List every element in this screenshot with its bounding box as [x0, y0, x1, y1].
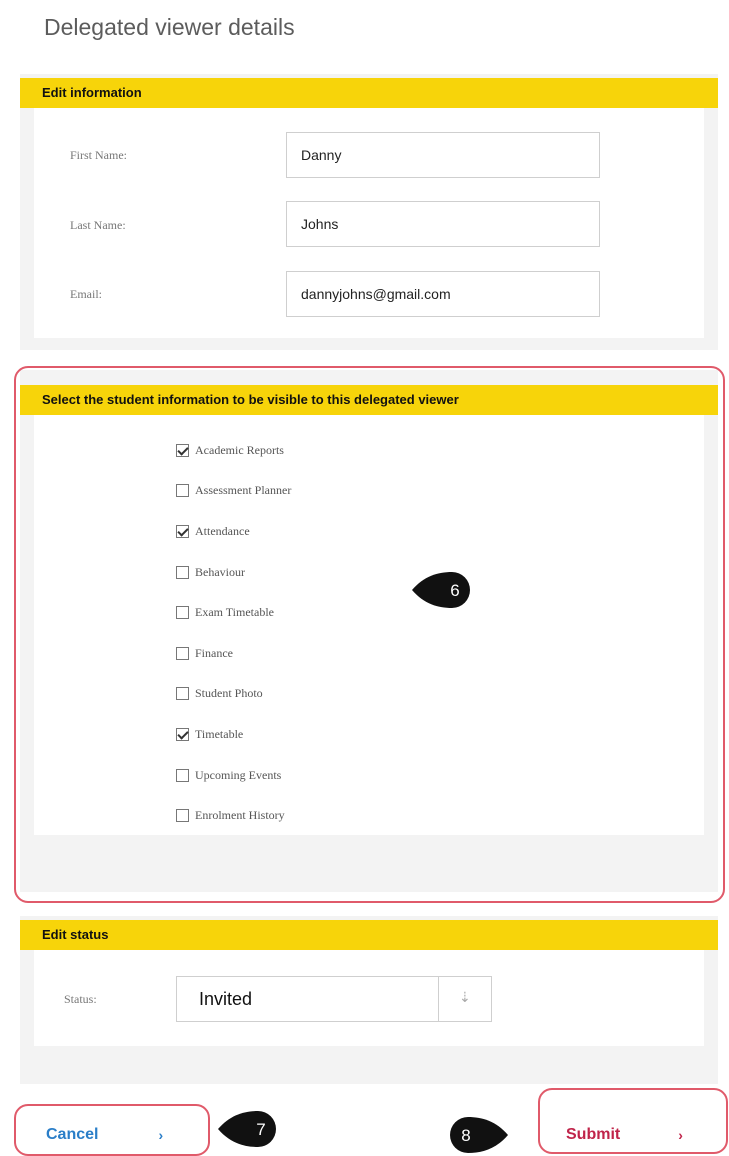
dropdown-divider	[438, 977, 439, 1021]
page-title: Delegated viewer details	[44, 14, 295, 40]
status-dropdown[interactable]: Invited ⇣	[176, 976, 492, 1022]
callout-marker-7: 7	[218, 1111, 276, 1147]
edit-information-header: Edit information	[20, 78, 718, 108]
dropdown-arrow-icon[interactable]: ⇣	[459, 989, 471, 1006]
submit-highlight-frame	[538, 1088, 728, 1154]
status-selected-value: Invited	[199, 989, 253, 1009]
visibility-highlight-frame	[14, 366, 725, 903]
callout-number: 8	[461, 1126, 470, 1145]
last-name-field[interactable]: Johns	[286, 201, 600, 247]
callout-number: 6	[450, 581, 459, 600]
status-label: Status:	[64, 992, 97, 1006]
first-name-label: First Name:	[70, 148, 127, 162]
edit-status-header: Edit status	[20, 920, 718, 950]
callout-marker-6: 6	[412, 572, 470, 608]
callout-marker-8: 8	[450, 1117, 508, 1153]
first-name-field[interactable]: Danny	[286, 132, 600, 178]
cancel-highlight-frame	[14, 1104, 210, 1156]
email-field[interactable]: dannyjohns@gmail.com	[286, 271, 600, 317]
callout-number: 7	[256, 1120, 265, 1139]
last-name-label: Last Name:	[70, 218, 126, 232]
email-label: Email:	[70, 287, 102, 301]
